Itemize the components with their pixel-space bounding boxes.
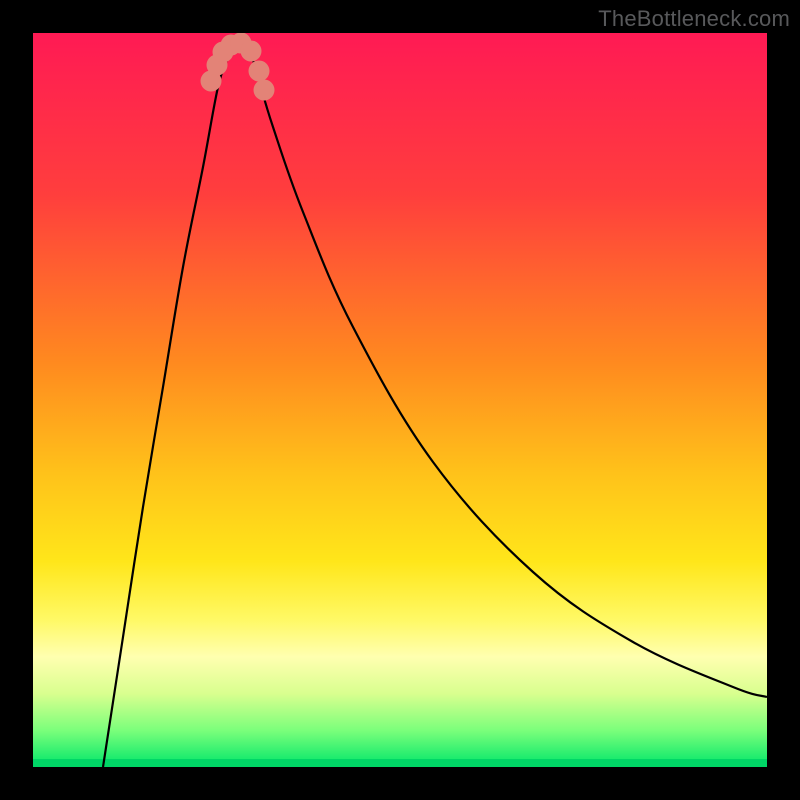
- marker-dot: [249, 61, 270, 82]
- chart-svg: [33, 33, 767, 767]
- plot-area: [33, 33, 767, 767]
- gradient-bg: [33, 33, 767, 767]
- watermark: TheBottleneck.com: [598, 6, 790, 32]
- green-baseline: [33, 759, 767, 767]
- marker-dot: [254, 80, 275, 101]
- marker-dot: [241, 41, 262, 62]
- chart-frame: TheBottleneck.com: [0, 0, 800, 800]
